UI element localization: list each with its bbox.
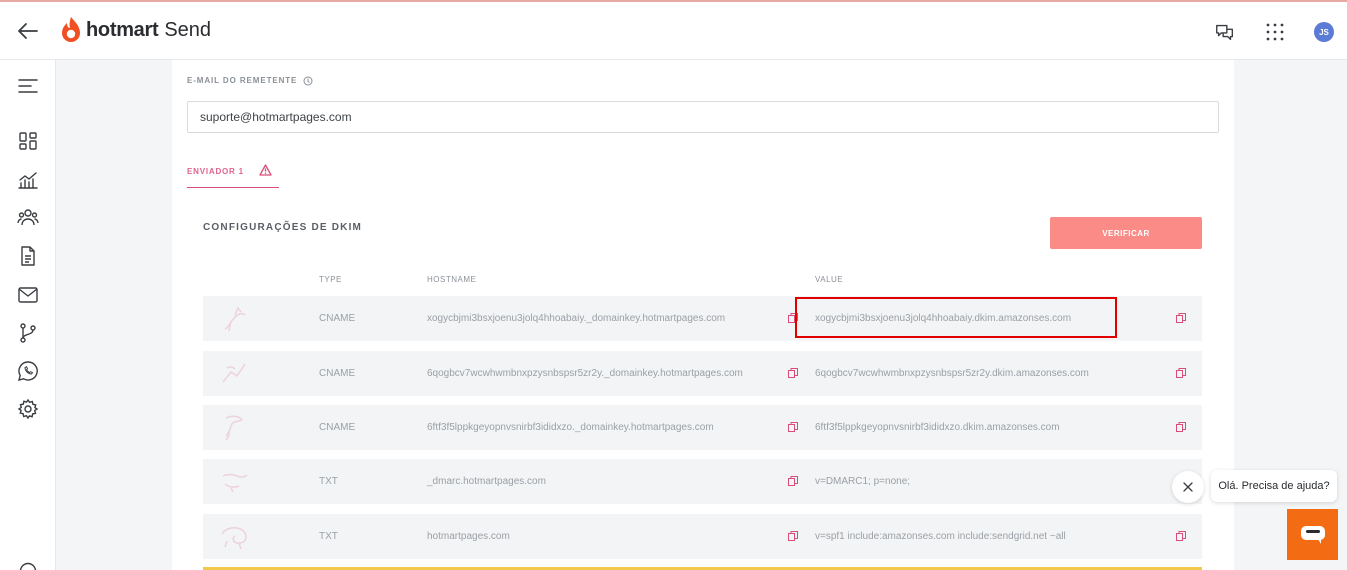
settings-icon[interactable] — [17, 398, 39, 420]
record-type: CNAME — [319, 368, 356, 379]
info-icon[interactable] — [303, 76, 313, 86]
app-logo[interactable]: hotmart Send — [61, 16, 211, 44]
copy-icon[interactable] — [787, 530, 799, 542]
user-avatar[interactable]: JS — [1314, 22, 1334, 42]
chat-launcher-button[interactable] — [1287, 509, 1338, 560]
record-type: CNAME — [319, 422, 356, 433]
analytics-icon[interactable] — [17, 169, 39, 191]
close-icon — [1183, 482, 1193, 492]
record-hostname: _dmarc.hotmartpages.com — [427, 476, 546, 487]
record-hostname: xogycbjmi3bsxjoenu3jolq4hhoabaiy._domain… — [427, 313, 726, 324]
dns-record-row: CNAME 6qogbcv7wcwhwmbnxpzysnbspsr5zr2y._… — [203, 351, 1202, 396]
dns-record-row: TXT hotmartpages.com v=spf1 include:amaz… — [203, 514, 1202, 559]
record-type: TXT — [319, 531, 338, 542]
copy-icon[interactable] — [1175, 312, 1187, 324]
dns-record-row: TXT _dmarc.hotmartpages.com v=DMARC1; p=… — [203, 459, 1202, 504]
record-value: 6qogbcv7wcwhwmbnxpzysnbspsr5zr2y.dkim.am… — [815, 368, 1089, 379]
sidebar — [0, 60, 56, 570]
product-name: Send — [164, 18, 212, 41]
dkim-section-title: CONFIGURAÇÕES DE DKIM — [203, 222, 363, 233]
menu-icon[interactable] — [17, 75, 39, 97]
copy-icon[interactable] — [1175, 367, 1187, 379]
copy-icon[interactable] — [787, 475, 799, 487]
chat-close-button[interactable] — [1172, 471, 1204, 503]
record-hostname: 6ftf3f5lppkgeyopnvsnirbf3ididxzo._domain… — [427, 422, 714, 433]
hotmart-flame-icon — [62, 17, 80, 42]
tab-enviador-1[interactable]: ENVIADOR 1 — [187, 162, 279, 188]
record-type: TXT — [319, 476, 338, 487]
copy-icon[interactable] — [1175, 421, 1187, 433]
document-icon[interactable] — [17, 245, 39, 267]
copy-icon[interactable] — [787, 312, 799, 324]
verify-button[interactable]: VERIFICAR — [1050, 217, 1202, 249]
record-hostname: 6qogbcv7wcwhwmbnxpzysnbspsr5zr2y._domain… — [427, 368, 743, 379]
warning-icon — [259, 164, 272, 176]
column-header-type: TYPE — [319, 275, 342, 284]
sender-email-label: E-MAIL DO REMETENTE — [187, 76, 298, 85]
record-illustration — [224, 306, 246, 332]
record-value: 6ftf3f5lppkgeyopnvsnirbf3ididxzo.dkim.am… — [815, 422, 1060, 433]
copy-icon[interactable] — [787, 367, 799, 379]
brand-name: hotmart — [86, 18, 159, 41]
record-value: v=DMARC1; p=none; — [815, 476, 911, 487]
mail-icon[interactable] — [17, 284, 39, 306]
support-chat-icon[interactable] — [1214, 21, 1236, 43]
record-illustration — [222, 473, 248, 493]
record-type: CNAME — [319, 313, 356, 324]
copy-icon[interactable] — [1175, 530, 1187, 542]
column-header-hostname: HOSTNAME — [427, 275, 477, 284]
sender-email-input[interactable] — [187, 101, 1219, 133]
chat-bubble-icon — [1300, 525, 1325, 544]
flow-icon[interactable] — [17, 322, 39, 344]
record-value: v=spf1 include:amazonses.com include:sen… — [815, 531, 1066, 542]
record-illustration — [225, 415, 244, 441]
record-hostname: hotmartpages.com — [427, 531, 510, 542]
dns-record-row: CNAME 6ftf3f5lppkgeyopnvsnirbf3ididxzo._… — [203, 405, 1202, 450]
record-illustration — [221, 527, 247, 550]
record-value: xogycbjmi3bsxjoenu3jolq4hhoabaiy.dkim.am… — [815, 313, 1072, 324]
copy-icon[interactable] — [787, 421, 799, 433]
app-header: hotmart Send JS — [0, 2, 1347, 60]
contacts-icon[interactable] — [17, 206, 39, 228]
chat-prompt-bubble[interactable]: Olá. Precisa de ajuda? — [1211, 470, 1337, 502]
column-header-value: VALUE — [815, 275, 844, 284]
back-arrow-icon[interactable] — [16, 19, 40, 43]
dashboard-icon[interactable] — [17, 130, 39, 152]
help-icon[interactable] — [19, 562, 37, 570]
dns-record-row: CNAME xogycbjmi3bsxjoenu3jolq4hhoabaiy._… — [203, 296, 1202, 341]
record-illustration — [222, 363, 246, 383]
sender-settings-card: E-MAIL DO REMETENTE ENVIADOR 1 CONFIGURA… — [172, 60, 1234, 570]
apps-grid-icon[interactable] — [1264, 21, 1286, 43]
tab-label: ENVIADOR 1 — [187, 167, 244, 176]
whatsapp-icon[interactable] — [17, 360, 39, 382]
